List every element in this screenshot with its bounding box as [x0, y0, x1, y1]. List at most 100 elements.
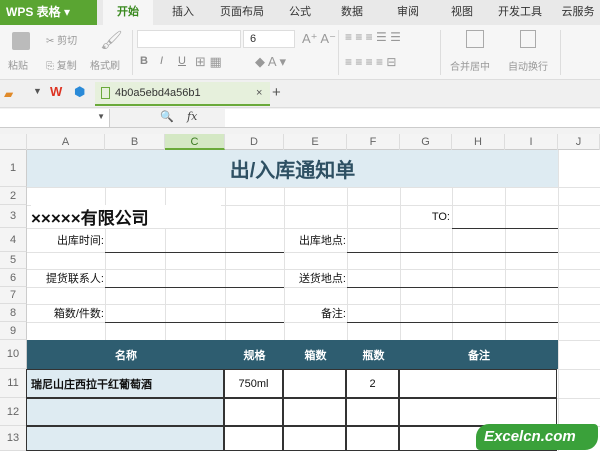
row-header-6[interactable]: 6 — [0, 269, 27, 287]
zoom-search-icon[interactable]: 🔍 — [160, 110, 174, 123]
new-tab-button[interactable]: + — [272, 84, 281, 101]
table-cell-name[interactable]: 瑞尼山庄西拉干红葡萄酒 — [26, 369, 224, 398]
table-cell-boxes[interactable] — [283, 426, 346, 451]
row-header-3[interactable]: 3 — [0, 205, 27, 228]
merge-center-button[interactable]: 合并居中 — [450, 58, 490, 73]
wrap-text-button[interactable]: 自动换行 — [508, 58, 548, 73]
to-label: TO: — [431, 210, 450, 223]
vertical-align-icons[interactable]: ≡ ≡ ≡ ☰ ☰ — [345, 30, 401, 44]
column-header-j[interactable]: J — [558, 134, 600, 150]
wrap-icon — [520, 30, 536, 48]
pickup-contact-label: 提货联系人: — [45, 273, 104, 285]
tab-home[interactable]: 开始 — [103, 0, 153, 25]
table-cell-name[interactable] — [26, 398, 224, 426]
column-header-g[interactable]: G — [400, 134, 452, 150]
table-cell-boxes[interactable] — [283, 369, 346, 398]
close-tab-button[interactable]: × — [256, 87, 262, 99]
cut-button[interactable]: ✂ 剪切 — [46, 32, 77, 47]
brush-icon: 🖌 — [100, 30, 123, 50]
horizontal-align-icons[interactable]: ≡ ≡ ≡ ≡ ⊟ — [345, 55, 396, 69]
paste-icon — [12, 32, 30, 50]
column-header-h[interactable]: H — [452, 134, 505, 150]
row-header-7[interactable]: 7 — [0, 287, 27, 304]
sheet-title-cell[interactable]: 出/入库通知单 — [27, 150, 558, 187]
header-remark[interactable]: 备注 — [400, 340, 558, 369]
paste-button[interactable]: 粘贴 — [8, 57, 28, 72]
row-header-1[interactable]: 1 — [0, 150, 27, 187]
format-painter-button[interactable]: 格式刷 — [90, 57, 120, 72]
copy-label: 复制 — [56, 61, 77, 72]
header-bottles[interactable]: 瓶数 — [347, 340, 400, 369]
row-header-8[interactable]: 8 — [0, 304, 27, 322]
cube-icon[interactable]: ⬢ — [74, 84, 85, 100]
underline-button[interactable]: U — [178, 55, 186, 67]
font-size-select[interactable]: 6 — [243, 30, 295, 48]
document-tab-bar — [0, 80, 600, 108]
wps-logo-icon[interactable]: W — [50, 84, 62, 99]
table-cell-bottles[interactable] — [346, 426, 399, 451]
merge-icon — [466, 30, 484, 48]
tab-insert[interactable]: 插入 — [160, 0, 206, 25]
table-cell-spec[interactable] — [224, 398, 283, 426]
column-header-i[interactable]: I — [505, 134, 558, 150]
row-header-10[interactable]: 10 — [0, 340, 27, 369]
column-header-f[interactable]: F — [347, 134, 400, 150]
table-cell-name[interactable] — [26, 426, 224, 451]
row-header-11[interactable]: 11 — [0, 369, 27, 398]
formula-input[interactable] — [225, 109, 600, 127]
italic-button[interactable]: I — [160, 55, 163, 67]
column-header-b[interactable]: B — [105, 134, 165, 150]
tab-view[interactable]: 视图 — [442, 0, 482, 25]
table-cell-bottles[interactable] — [346, 398, 399, 426]
table-cell-spec[interactable] — [224, 426, 283, 451]
column-header-c[interactable]: C — [165, 134, 225, 150]
dropdown-icon[interactable]: ▼ — [33, 86, 42, 96]
cut-label: 剪切 — [57, 36, 78, 47]
fx-button[interactable]: fx — [187, 110, 197, 123]
watermark-logo: Excelcn.com — [476, 424, 598, 450]
tab-formula[interactable]: 公式 — [280, 0, 320, 25]
table-cell-boxes[interactable] — [283, 398, 346, 426]
document-tab[interactable]: 4b0a5ebd4a56b1 — [95, 82, 270, 106]
out-location-label: 出库地点: — [298, 235, 346, 247]
folder-open-icon[interactable]: ▰ — [4, 87, 13, 101]
font-grow-button[interactable]: A⁺ A⁻ — [302, 31, 336, 47]
row-header-13[interactable]: 13 — [0, 426, 27, 451]
tab-cloud[interactable]: 云服务 — [556, 0, 600, 25]
header-spec[interactable]: 规格 — [225, 340, 284, 369]
header-name[interactable]: 名称 — [27, 340, 225, 369]
header-boxes[interactable]: 箱数 — [284, 340, 347, 369]
document-name: 4b0a5ebd4a56b1 — [115, 87, 201, 99]
row-header-2[interactable]: 2 — [0, 187, 27, 205]
tab-data[interactable]: 数据 — [332, 0, 372, 25]
sheet-file-icon — [101, 87, 110, 99]
row-header-12[interactable]: 12 — [0, 398, 27, 426]
tab-review[interactable]: 审阅 — [388, 0, 428, 25]
select-all-corner[interactable] — [0, 134, 27, 150]
box-count-label: 箱数/件数: — [53, 308, 104, 320]
out-time-label: 出库时间: — [56, 235, 104, 247]
tab-developer[interactable]: 开发工具 — [494, 0, 546, 25]
font-name-select[interactable] — [137, 30, 241, 48]
border-icon[interactable]: ⊞ ▦ — [195, 54, 222, 70]
row-header-4[interactable]: 4 — [0, 228, 27, 252]
table-cell-remark[interactable] — [399, 369, 557, 398]
remark-label: 备注: — [320, 308, 346, 320]
row-header-5[interactable]: 5 — [0, 252, 27, 269]
column-header-d[interactable]: D — [225, 134, 284, 150]
column-header-a[interactable]: A — [27, 134, 105, 150]
app-menu-button[interactable]: WPS 表格 ▾ — [0, 0, 97, 25]
table-cell-spec[interactable]: 750ml — [224, 369, 283, 398]
fill-color-icon[interactable]: ◆ A ▾ — [255, 54, 286, 70]
delivery-location-label: 送货地点: — [298, 273, 346, 285]
table-cell-remark[interactable] — [399, 398, 557, 426]
copy-button[interactable]: ⎘ 复制 — [46, 57, 77, 72]
name-box[interactable]: ▼ — [0, 109, 110, 127]
column-header-e[interactable]: E — [284, 134, 347, 150]
company-name-cell[interactable]: ×××××有限公司 — [31, 205, 221, 228]
table-cell-bottles[interactable]: 2 — [346, 369, 399, 398]
tab-page-layout[interactable]: 页面布局 — [212, 0, 272, 25]
app-name: WPS 表格 — [6, 5, 61, 19]
row-header-9[interactable]: 9 — [0, 322, 27, 340]
bold-button[interactable]: B — [140, 55, 148, 67]
